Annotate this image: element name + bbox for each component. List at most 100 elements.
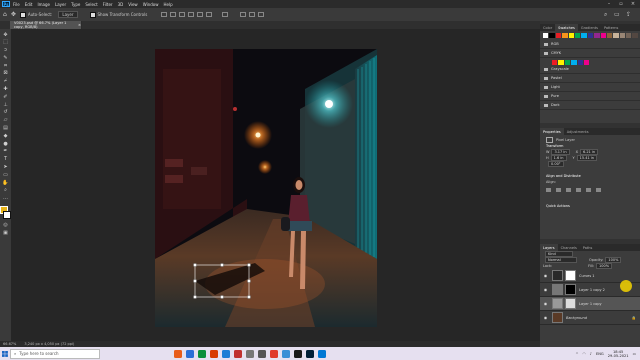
align-bottom-icon[interactable] — [206, 12, 213, 17]
swatch-folder-grayscale[interactable]: Grayscale — [540, 65, 640, 74]
auto-select-dropdown[interactable]: Layer — [58, 11, 78, 18]
taskbar-app-icon[interactable] — [258, 349, 266, 358]
y-field[interactable]: 15.41 in — [576, 155, 597, 161]
menu-file[interactable]: File — [13, 2, 20, 7]
color-swatch[interactable] — [581, 33, 587, 38]
layer-mask-thumbnail[interactable] — [565, 298, 576, 309]
color-swatch[interactable] — [543, 33, 549, 38]
lasso-tool-icon[interactable]: ↄ — [2, 48, 9, 54]
fill-field[interactable]: 100% — [596, 263, 613, 269]
maximize-icon[interactable]: ▫ — [616, 0, 626, 8]
search-icon[interactable]: ⌕ — [604, 11, 607, 19]
visibility-eye-icon[interactable]: ◉ — [543, 315, 548, 320]
minimize-icon[interactable]: – — [604, 0, 614, 8]
3d-pan-icon[interactable] — [258, 12, 265, 17]
color-swatch[interactable] — [564, 60, 571, 65]
color-swatch[interactable] — [626, 33, 632, 38]
eraser-tool-icon[interactable]: ▱ — [2, 118, 9, 124]
tab-swatches[interactable]: Swatches — [555, 24, 578, 31]
color-swatch[interactable] — [555, 33, 562, 38]
taskbar-app-icon[interactable] — [282, 349, 290, 358]
clock[interactable]: 18:45 29-05-2021 — [608, 350, 629, 358]
notifications-icon[interactable]: ▭ — [633, 352, 636, 356]
layer-mask-thumbnail[interactable] — [565, 284, 576, 295]
clone-stamp-tool-icon[interactable]: ⊥ — [2, 102, 9, 108]
layer-name[interactable]: Curves 1 — [579, 274, 595, 278]
menu-filter[interactable]: Filter — [103, 2, 113, 7]
menu-layer[interactable]: Layer — [55, 2, 66, 7]
tab-channels[interactable]: Channels — [558, 244, 580, 251]
visibility-eye-icon[interactable]: ◉ — [543, 301, 548, 306]
taskbar-app-icon[interactable] — [246, 349, 254, 358]
type-tool-icon[interactable]: T — [2, 157, 9, 163]
tab-layers[interactable]: Layers — [540, 244, 558, 251]
taskbar-search-box[interactable]: ⌕ Type here to search — [10, 348, 100, 359]
color-swatches[interactable] — [0, 205, 11, 219]
quick-select-tool-icon[interactable]: ✎ — [2, 55, 9, 61]
color-swatch[interactable] — [594, 33, 600, 38]
close-icon[interactable]: × — [628, 0, 638, 8]
color-swatch[interactable] — [606, 33, 613, 38]
taskbar-app-icon[interactable] — [210, 349, 218, 358]
menu-3d[interactable]: 3D — [118, 2, 124, 7]
marquee-tool-icon[interactable]: ⬚ — [2, 40, 9, 46]
auto-select-option[interactable]: Auto-Select: — [19, 11, 52, 18]
align-middle-icon[interactable] — [197, 12, 204, 17]
menu-window[interactable]: Window — [143, 2, 159, 7]
align-top-icon[interactable] — [188, 12, 195, 17]
align-top-icon[interactable] — [576, 188, 581, 192]
layer-mask-thumbnail[interactable] — [565, 270, 576, 281]
color-swatch[interactable] — [558, 60, 564, 65]
network-icon[interactable]: ◠ — [583, 352, 586, 356]
menu-select[interactable]: Select — [85, 2, 97, 7]
menu-image[interactable]: Image — [37, 2, 50, 7]
layer-name[interactable]: Layer 1 copy — [579, 302, 602, 306]
close-tab-icon[interactable]: × — [78, 23, 81, 27]
crop-tool-icon[interactable]: ⌗ — [2, 63, 9, 69]
menu-edit[interactable]: Edit — [25, 2, 33, 7]
frame-tool-icon[interactable]: ⊠ — [2, 71, 9, 77]
layer-row[interactable]: ◉ Background 🔒 — [540, 311, 640, 325]
document-canvas[interactable] — [155, 49, 377, 327]
visibility-eye-icon[interactable]: ◉ — [543, 273, 548, 278]
align-center-icon[interactable] — [170, 12, 177, 17]
photoshop-logo[interactable]: Ps — [2, 1, 10, 7]
angle-field[interactable]: 0.00° — [548, 161, 564, 167]
color-swatch[interactable] — [632, 33, 638, 38]
path-selection-tool-icon[interactable]: ➤ — [2, 165, 9, 171]
zoom-tool-icon[interactable]: ⌕ — [2, 188, 9, 194]
language-indicator[interactable]: ENG — [596, 352, 604, 356]
zoom-readout[interactable]: 66.67% — [3, 342, 16, 346]
screen-mode-icon[interactable]: ▣ — [2, 230, 9, 236]
menu-type[interactable]: Type — [71, 2, 80, 7]
home-icon[interactable]: ⌂ — [3, 11, 7, 18]
more-tools-icon[interactable]: … — [2, 196, 9, 202]
show-transform-option[interactable]: Show Transform Controls — [89, 11, 147, 18]
swatch-folder-dark[interactable]: Dark — [540, 101, 640, 110]
taskbar-app-icon[interactable] — [318, 349, 326, 358]
more-options-icon[interactable] — [222, 12, 229, 17]
align-left-icon[interactable] — [546, 188, 551, 192]
color-swatch[interactable] — [574, 33, 581, 38]
color-swatch[interactable] — [619, 33, 626, 38]
rectangle-tool-icon[interactable]: ▭ — [2, 172, 9, 178]
workspace-icon[interactable]: ▭ — [614, 11, 620, 18]
move-tool-icon[interactable]: ✥ — [11, 11, 16, 18]
color-swatch[interactable] — [571, 60, 577, 65]
color-swatch[interactable] — [562, 33, 568, 38]
layer-row-selected[interactable]: ◉ Layer 1 copy — [540, 297, 640, 311]
blend-mode-dropdown[interactable]: Normal — [545, 257, 577, 263]
align-right-icon[interactable] — [566, 188, 571, 192]
menu-help[interactable]: Help — [163, 2, 172, 7]
color-swatch[interactable] — [568, 33, 574, 38]
color-swatch[interactable] — [577, 60, 583, 65]
auto-select-checkbox[interactable] — [19, 11, 26, 18]
3d-mode-icon[interactable] — [240, 12, 247, 17]
share-icon[interactable]: ⇪ — [626, 11, 631, 18]
tab-properties[interactable]: Properties — [540, 128, 564, 135]
color-swatch[interactable] — [552, 60, 558, 65]
color-swatch[interactable] — [549, 33, 555, 38]
align-right-icon[interactable] — [179, 12, 186, 17]
color-swatch[interactable] — [600, 33, 606, 38]
tray-chevron-icon[interactable]: ^ — [576, 352, 579, 356]
